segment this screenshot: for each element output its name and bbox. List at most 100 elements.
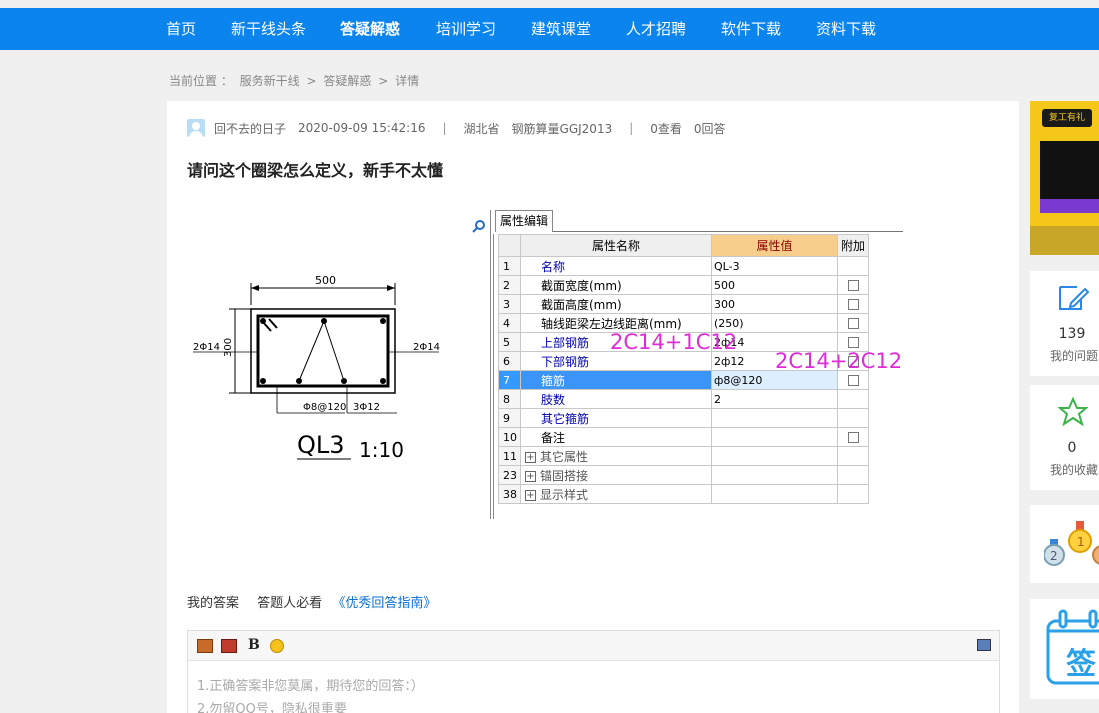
row-number: 1 [498,256,521,276]
nav-item-resources[interactable]: 资料下载 [816,8,876,50]
table-row[interactable]: 3 截面高度(mm) 300 [498,294,869,314]
breadcrumb-item-qa[interactable]: 答疑解惑 [323,74,371,88]
search-icon [472,220,485,233]
sign-in-card[interactable]: 签 [1030,599,1099,699]
extra-cell [837,294,869,314]
meta-divider: | [442,121,447,135]
answer-count: 0回答 [693,121,726,136]
property-value[interactable]: 2 [711,389,838,409]
meta-divider: | [629,121,634,135]
property-value[interactable]: 500 [711,275,838,295]
top-nav: 首页 新干线头条 答疑解惑 培训学习 建筑课堂 人才招聘 软件下载 资料下载 [0,8,1099,50]
property-value[interactable] [711,446,838,466]
breadcrumb-item-service[interactable]: 服务新干线 [240,74,300,88]
property-value[interactable]: QL-3 [711,256,838,276]
property-value[interactable] [711,465,838,485]
my-answer-label: 我的答案 [187,596,240,611]
bold-icon[interactable]: B [248,637,264,653]
property-value[interactable]: ф8@120 [711,370,838,390]
expand-icon[interactable]: + [525,451,536,463]
table-row[interactable]: 38 + 显示样式 [498,484,869,504]
property-value[interactable] [711,427,838,447]
property-name: + 显示样式 [520,484,712,504]
property-name-text: 上部钢筋 [541,335,590,350]
property-value[interactable] [711,408,838,428]
table-row[interactable]: 1 名称 QL-3 [498,256,869,276]
breadcrumb-item-detail: 详情 [395,74,420,88]
extra-checkbox[interactable] [847,299,859,310]
row-number: 38 [498,484,521,504]
extra-checkbox[interactable] [847,337,859,348]
promo-tag: 复工有礼 [1042,109,1092,127]
property-name: 截面高度(mm) [520,294,712,314]
nav-item-qa[interactable]: 答疑解惑 [340,8,400,50]
breadcrumb-separator: > [306,74,317,88]
breadcrumb-prefix: 当前位置 ： [169,74,233,88]
source-view-icon[interactable] [977,639,991,651]
software-screenshot: 属性编辑 属性名称 属性值 附加 1 名称 QL-3 2 截面宽度(mm) 500 3 截面高… [470,201,903,519]
property-name: 下部钢筋 [520,351,712,371]
stirrup-label: Φ8@120 [303,402,346,413]
table-row[interactable]: 8 肢数 2 [498,389,869,409]
property-name-text: 下部钢筋 [541,354,590,369]
bottom-bar-label: 3Φ12 [353,402,380,413]
row-number: 2 [498,275,521,295]
expand-icon[interactable]: + [525,489,536,501]
breadcrumb-separator: > [378,74,389,88]
emoji-icon[interactable] [270,639,284,653]
property-name: 肢数 [520,389,712,409]
property-value[interactable] [711,484,838,504]
my-questions-count: 139 [1058,326,1086,342]
extra-cell [837,446,869,466]
property-name-text: 箍筋 [541,373,566,388]
height-dimension: 300 [223,338,234,357]
tab-property-edit[interactable]: 属性编辑 [495,210,554,232]
extra-cell [837,408,869,428]
nav-item-software[interactable]: 软件下载 [721,8,781,50]
table-row[interactable]: 2 截面宽度(mm) 500 [498,275,869,295]
column-header-extra: 附加 [837,234,869,257]
property-name-text: 其它箍筋 [541,411,590,426]
extra-checkbox[interactable] [847,375,859,386]
row-number: 3 [498,294,521,314]
table-row[interactable]: 23 + 锚固搭接 [498,465,869,485]
extra-cell [837,484,869,504]
author-name[interactable]: 回不去的日子 [214,120,286,137]
view-count: 0查看 [650,121,682,136]
extra-checkbox[interactable] [847,280,859,291]
nav-item-home[interactable]: 首页 [166,8,196,50]
answer-header: 我的答案 答题人必看 《优秀回答指南》 [187,592,436,611]
extra-checkbox[interactable] [847,318,859,329]
table-row[interactable]: 9 其它箍筋 [498,408,869,428]
question-panel: 回不去的日子 2020-09-09 15:42:16 | 湖北省 钢筋算量GGJ… [167,101,1019,713]
extra-cell [837,389,869,409]
my-favorites-count: 0 [1067,440,1077,456]
table-row[interactable]: 11 + 其它属性 [498,446,869,466]
expand-icon[interactable]: + [525,470,536,482]
nav-item-training[interactable]: 培训学习 [436,8,496,50]
ranking-card[interactable]: 2 1 [1030,505,1099,583]
property-value[interactable]: 300 [711,294,838,314]
insert-picture-icon[interactable] [221,639,237,653]
answer-editor[interactable]: B 1.正确答案非您莫属，期待您的回答：） 2.勿留QQ号，隐私很重要 [187,630,1000,713]
svg-text:2: 2 [1050,549,1058,563]
nav-item-classroom[interactable]: 建筑课堂 [531,8,591,50]
answer-placeholder[interactable]: 1.正确答案非您莫属，期待您的回答：） 2.勿留QQ号，隐私很重要 [188,661,999,713]
avatar[interactable] [187,119,205,137]
must-read-label: 答题人必看 [257,596,323,611]
property-name: 备注 [520,427,712,447]
software-tag: 钢筋算量GGJ2013 [511,121,613,136]
my-favorites-card[interactable]: 0 我的收藏 [1030,385,1099,490]
answer-guide-link[interactable]: 《优秀回答指南》 [332,596,436,611]
my-questions-card[interactable]: 139 我的问题 [1030,271,1099,376]
table-row[interactable]: 10 备注 [498,427,869,447]
extra-checkbox[interactable] [847,432,859,443]
table-row[interactable]: 7 箍筋 ф8@120 [498,370,869,390]
insert-image-icon[interactable] [197,639,213,653]
my-favorites-label: 我的收藏 [1049,463,1098,477]
promo-banner[interactable]: 复工有礼 [1030,101,1099,255]
question-title: 请问这个圈梁怎么定义，新手不太懂 [187,161,444,180]
nav-item-jobs[interactable]: 人才招聘 [626,8,686,50]
column-header-name: 属性名称 [520,234,712,257]
nav-item-headlines[interactable]: 新干线头条 [231,8,306,50]
